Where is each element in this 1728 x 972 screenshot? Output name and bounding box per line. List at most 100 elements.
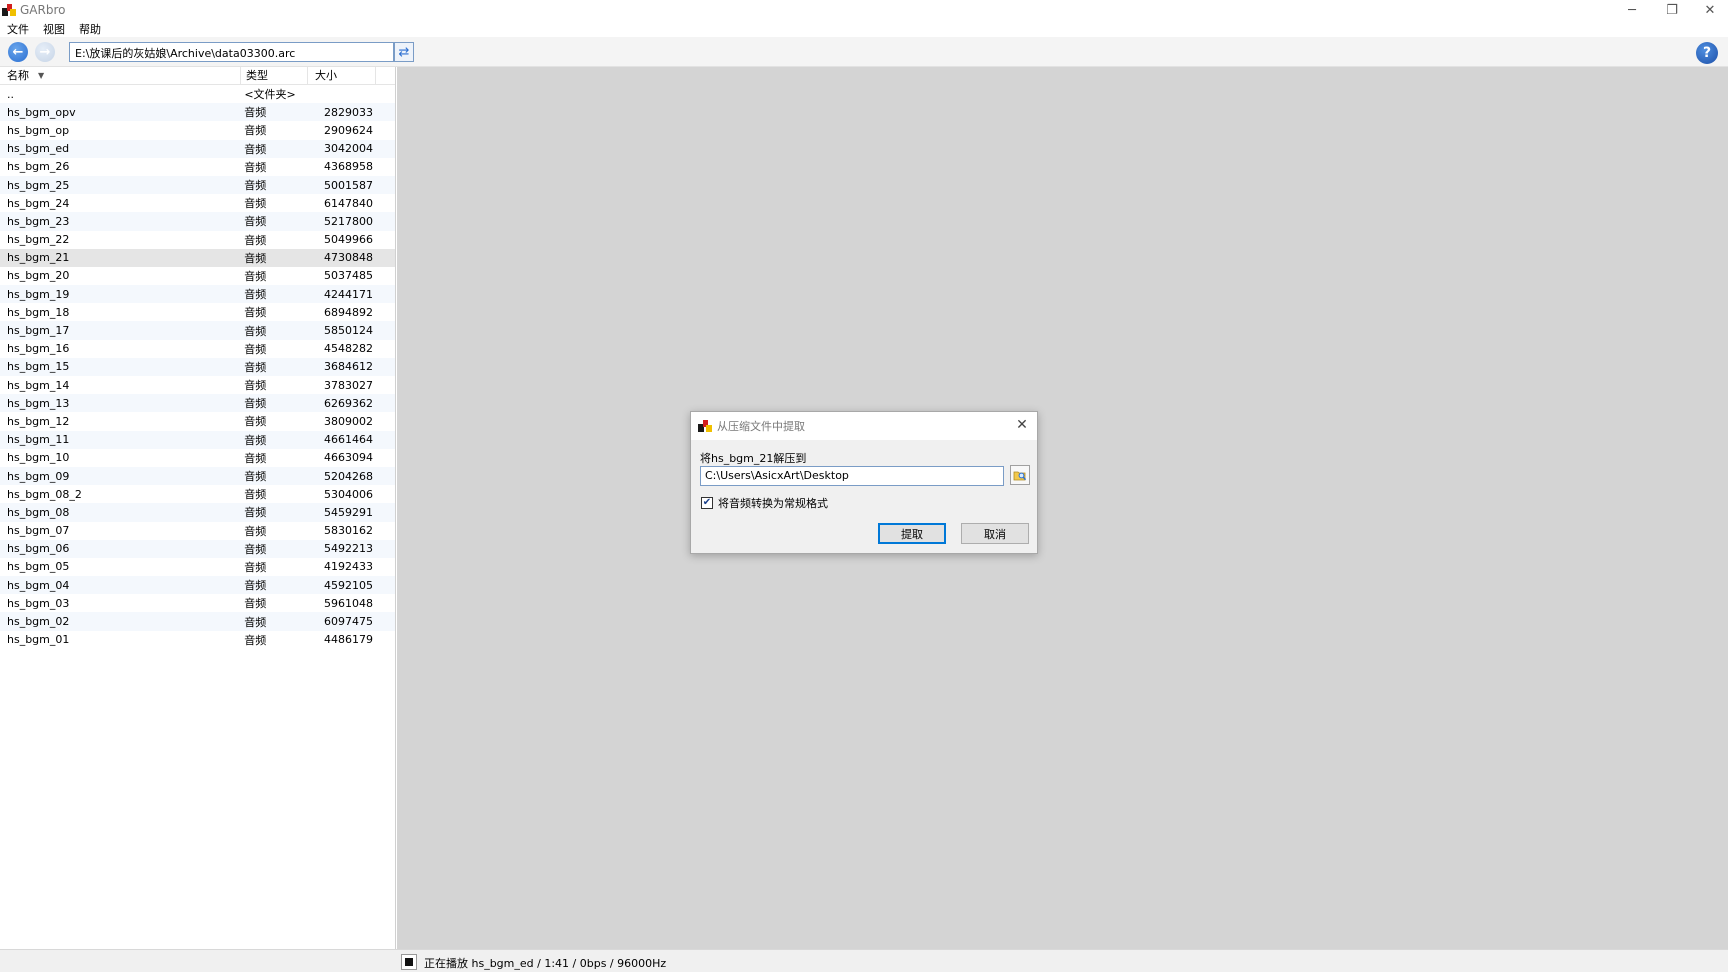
restore-button[interactable]: ❐ xyxy=(1652,0,1692,20)
preview-pane xyxy=(397,67,1728,949)
playback-status: 正在播放 hs_bgm_ed / 1:41 / 0bps / 96000Hz xyxy=(424,957,667,970)
file-type: 音频 xyxy=(244,506,267,520)
file-name: hs_bgm_16 xyxy=(7,342,70,356)
file-row[interactable]: hs_bgm_10 音频 4663094 xyxy=(0,448,395,467)
help-icon[interactable]: ? xyxy=(1696,42,1718,64)
dialog-close-icon[interactable]: ✕ xyxy=(1013,417,1031,433)
file-type: 音频 xyxy=(244,324,267,338)
file-type: 音频 xyxy=(244,124,267,138)
column-header-size[interactable]: 大小 xyxy=(308,66,376,85)
file-name: hs_bgm_ed xyxy=(7,142,70,156)
file-row[interactable]: hs_bgm_22 音频 5049966 xyxy=(0,230,395,249)
file-type: 音频 xyxy=(244,251,267,265)
file-row[interactable]: hs_bgm_08 音频 5459291 xyxy=(0,503,395,522)
file-row[interactable]: hs_bgm_25 音频 5001587 xyxy=(0,175,395,195)
file-name: hs_bgm_18 xyxy=(7,305,70,319)
path-input[interactable]: E:\放课后的灰姑娘\Archive\data03300.arc xyxy=(69,42,394,62)
menu-help[interactable]: 帮助 xyxy=(72,21,108,37)
stop-icon[interactable] xyxy=(401,954,417,970)
file-name: hs_bgm_10 xyxy=(7,451,70,465)
file-type: 音频 xyxy=(244,451,267,465)
file-type: 音频 xyxy=(244,615,267,629)
refresh-icon[interactable]: ⇄ xyxy=(394,42,414,62)
file-row[interactable]: hs_bgm_11 音频 4661464 xyxy=(0,430,395,449)
file-row[interactable]: hs_bgm_16 音频 4548282 xyxy=(0,339,395,358)
convert-audio-checkbox[interactable]: ✔ xyxy=(701,497,713,509)
file-list-pane: 名称 ▼ 类型 大小 .. <文件夹> hs_bgm_opv 音频 2829033 hs_… xyxy=(0,66,396,949)
file-row[interactable]: hs_bgm_12 音频 3809002 xyxy=(0,412,395,431)
file-size: 4730848 xyxy=(324,251,373,265)
folder-browse-icon[interactable] xyxy=(1010,465,1030,485)
file-row[interactable]: hs_bgm_07 音频 5830162 xyxy=(0,521,395,540)
file-name: hs_bgm_06 xyxy=(7,542,70,556)
file-row[interactable]: hs_bgm_19 音频 4244171 xyxy=(0,285,395,304)
file-name: .. xyxy=(7,87,14,101)
file-type: 音频 xyxy=(244,597,267,611)
convert-audio-option[interactable]: ✔ 将音频转换为常规格式 xyxy=(701,495,828,511)
file-name: hs_bgm_08_2 xyxy=(7,487,82,501)
file-row[interactable]: hs_bgm_04 音频 4592105 xyxy=(0,576,395,595)
file-size: 4486179 xyxy=(324,633,373,647)
file-type: 音频 xyxy=(244,106,267,120)
file-size: 6097475 xyxy=(324,615,373,629)
file-size: 2829033 xyxy=(324,105,373,119)
file-size: 5492213 xyxy=(324,542,373,556)
file-row[interactable]: hs_bgm_09 音频 5204268 xyxy=(0,466,395,486)
file-row[interactable]: hs_bgm_02 音频 6097475 xyxy=(0,612,395,631)
file-row[interactable]: hs_bgm_15 音频 3684612 xyxy=(0,357,395,376)
file-name: hs_bgm_21 xyxy=(7,251,70,265)
file-name: hs_bgm_20 xyxy=(7,269,70,283)
file-size: 5049966 xyxy=(324,233,373,247)
file-size: 6894892 xyxy=(324,305,373,319)
file-row[interactable]: hs_bgm_18 音频 6894892 xyxy=(0,303,395,322)
file-row[interactable]: hs_bgm_ed 音频 3042004 xyxy=(0,139,395,158)
menu-file[interactable]: 文件 xyxy=(0,21,36,37)
file-row[interactable]: .. <文件夹> xyxy=(0,85,395,104)
file-row[interactable]: hs_bgm_op 音频 2909624 xyxy=(0,121,395,140)
extract-dialog: 从压缩文件中提取 ✕ 将hs_bgm_21解压到 C:\Users\AsicxA… xyxy=(690,411,1038,554)
column-header-type[interactable]: 类型 xyxy=(241,66,308,85)
file-row[interactable]: hs_bgm_20 音频 5037485 xyxy=(0,266,395,286)
back-arrow-icon[interactable]: ← xyxy=(8,42,28,62)
file-name: hs_bgm_22 xyxy=(7,233,70,247)
file-name: hs_bgm_opv xyxy=(7,105,76,119)
file-name: hs_bgm_07 xyxy=(7,524,70,538)
column-header-name[interactable]: 名称 ▼ xyxy=(0,66,241,85)
file-row[interactable]: hs_bgm_05 音频 4192433 xyxy=(0,557,395,577)
file-row[interactable]: hs_bgm_03 音频 5961048 xyxy=(0,594,395,613)
file-row[interactable]: hs_bgm_06 音频 5492213 xyxy=(0,539,395,558)
file-name: hs_bgm_04 xyxy=(7,578,70,592)
sort-descending-icon: ▼ xyxy=(38,70,45,80)
file-list-header: 名称 ▼ 类型 大小 xyxy=(0,66,395,85)
menu-view[interactable]: 视图 xyxy=(36,21,72,37)
dialog-title: 从压缩文件中提取 xyxy=(717,420,805,433)
file-row[interactable]: hs_bgm_14 音频 3783027 xyxy=(0,376,395,395)
file-type: 音频 xyxy=(244,342,267,356)
file-type: 音频 xyxy=(244,542,267,556)
file-row[interactable]: hs_bgm_01 音频 4486179 xyxy=(0,630,395,649)
file-row[interactable]: hs_bgm_08_2 音频 5304006 xyxy=(0,485,395,504)
forward-arrow-icon[interactable]: → xyxy=(35,42,55,62)
destination-path-input[interactable]: C:\Users\AsicxArt\Desktop xyxy=(700,466,1004,486)
file-row[interactable]: hs_bgm_26 音频 4368958 xyxy=(0,157,395,176)
minimize-button[interactable]: ─ xyxy=(1612,0,1652,20)
file-row[interactable]: hs_bgm_24 音频 6147840 xyxy=(0,194,395,213)
file-row[interactable]: hs_bgm_13 音频 6269362 xyxy=(0,394,395,413)
cancel-button[interactable]: 取消 xyxy=(961,523,1029,544)
window-controls: ─ ❐ ✕ xyxy=(1612,0,1728,20)
garbro-app-icon xyxy=(2,4,16,16)
file-name: hs_bgm_23 xyxy=(7,214,70,228)
file-row[interactable]: hs_bgm_17 音频 5850124 xyxy=(0,321,395,340)
file-row[interactable]: hs_bgm_23 音频 5217800 xyxy=(0,212,395,231)
file-size: 5217800 xyxy=(324,214,373,228)
file-row[interactable]: hs_bgm_opv 音频 2829033 xyxy=(0,103,395,122)
file-name: hs_bgm_17 xyxy=(7,324,70,338)
file-size: 4548282 xyxy=(324,342,373,356)
file-row[interactable]: hs_bgm_21 音频 4730848 xyxy=(0,248,395,267)
extract-button[interactable]: 提取 xyxy=(878,523,946,544)
file-name: hs_bgm_12 xyxy=(7,414,70,428)
close-window-button[interactable]: ✕ xyxy=(1692,0,1728,20)
file-size: 4663094 xyxy=(324,451,373,465)
file-name: hs_bgm_24 xyxy=(7,196,70,210)
file-size: 4661464 xyxy=(324,433,373,447)
